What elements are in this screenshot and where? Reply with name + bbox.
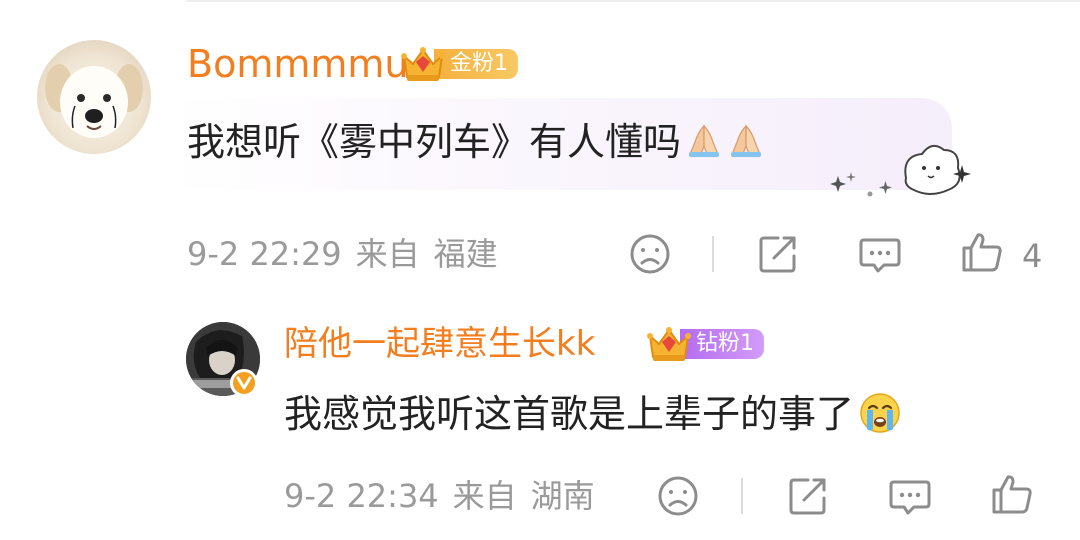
comment-icon[interactable] — [858, 232, 902, 276]
from-label: 来自 — [452, 477, 517, 515]
location: 湖南 — [530, 477, 595, 515]
avatar[interactable] — [37, 40, 151, 154]
timestamp: 9-2 22:29 — [187, 235, 342, 273]
fan-badge-label: 钻粉1 — [680, 329, 764, 359]
comment-meta: 9-2 22:29 来自 福建 — [187, 234, 498, 274]
like-count: 4 — [1022, 237, 1043, 275]
like-icon[interactable] — [990, 472, 1034, 516]
dog-avatar-icon — [45, 64, 143, 138]
divider — [186, 0, 1080, 2]
reply-meta: 9-2 22:34 来自 湖南 — [284, 476, 595, 516]
timestamp: 9-2 22:34 — [284, 477, 439, 515]
comment-text: 我想听《雾中列车》有人懂吗 — [187, 116, 765, 168]
username[interactable]: 陪他一起肆意生长kk — [284, 322, 595, 366]
like-icon[interactable] — [960, 230, 1004, 274]
divider — [741, 478, 743, 514]
comment-icon[interactable] — [888, 474, 932, 518]
location: 福建 — [433, 235, 498, 273]
sad-face-icon[interactable] — [656, 474, 700, 518]
comment-body: 我想听《雾中列车》有人懂吗 — [187, 120, 682, 164]
reply-text: 我感觉我听这首歌是上辈子的事了 — [284, 388, 902, 440]
crown-icon — [647, 327, 691, 361]
bubble-decoration-icon — [830, 144, 971, 197]
fan-badge[interactable]: 金粉1 — [400, 46, 518, 82]
fan-badge-label: 金粉1 — [434, 49, 518, 79]
comment-thread: Bommmmu 金粉1 我想听《雾中列车》有人懂吗 9-2 22:29 来自 福… — [0, 0, 1080, 540]
crown-icon — [401, 47, 445, 81]
username[interactable]: Bommmmu — [187, 40, 408, 88]
pray-emoji-icon — [689, 124, 720, 157]
from-label: 来自 — [355, 235, 420, 273]
verified-v-icon — [236, 376, 252, 390]
fan-badge[interactable]: 钻粉1 — [646, 326, 764, 362]
sad-face-icon[interactable] — [628, 232, 672, 276]
reply-body: 我感觉我听这首歌是上辈子的事了 — [284, 392, 855, 436]
verified-badge — [230, 369, 258, 397]
share-icon[interactable] — [786, 474, 830, 518]
crying-face-emoji-icon — [860, 393, 900, 433]
share-icon[interactable] — [756, 232, 800, 276]
divider — [712, 236, 714, 272]
pray-emoji-icon — [731, 124, 762, 157]
